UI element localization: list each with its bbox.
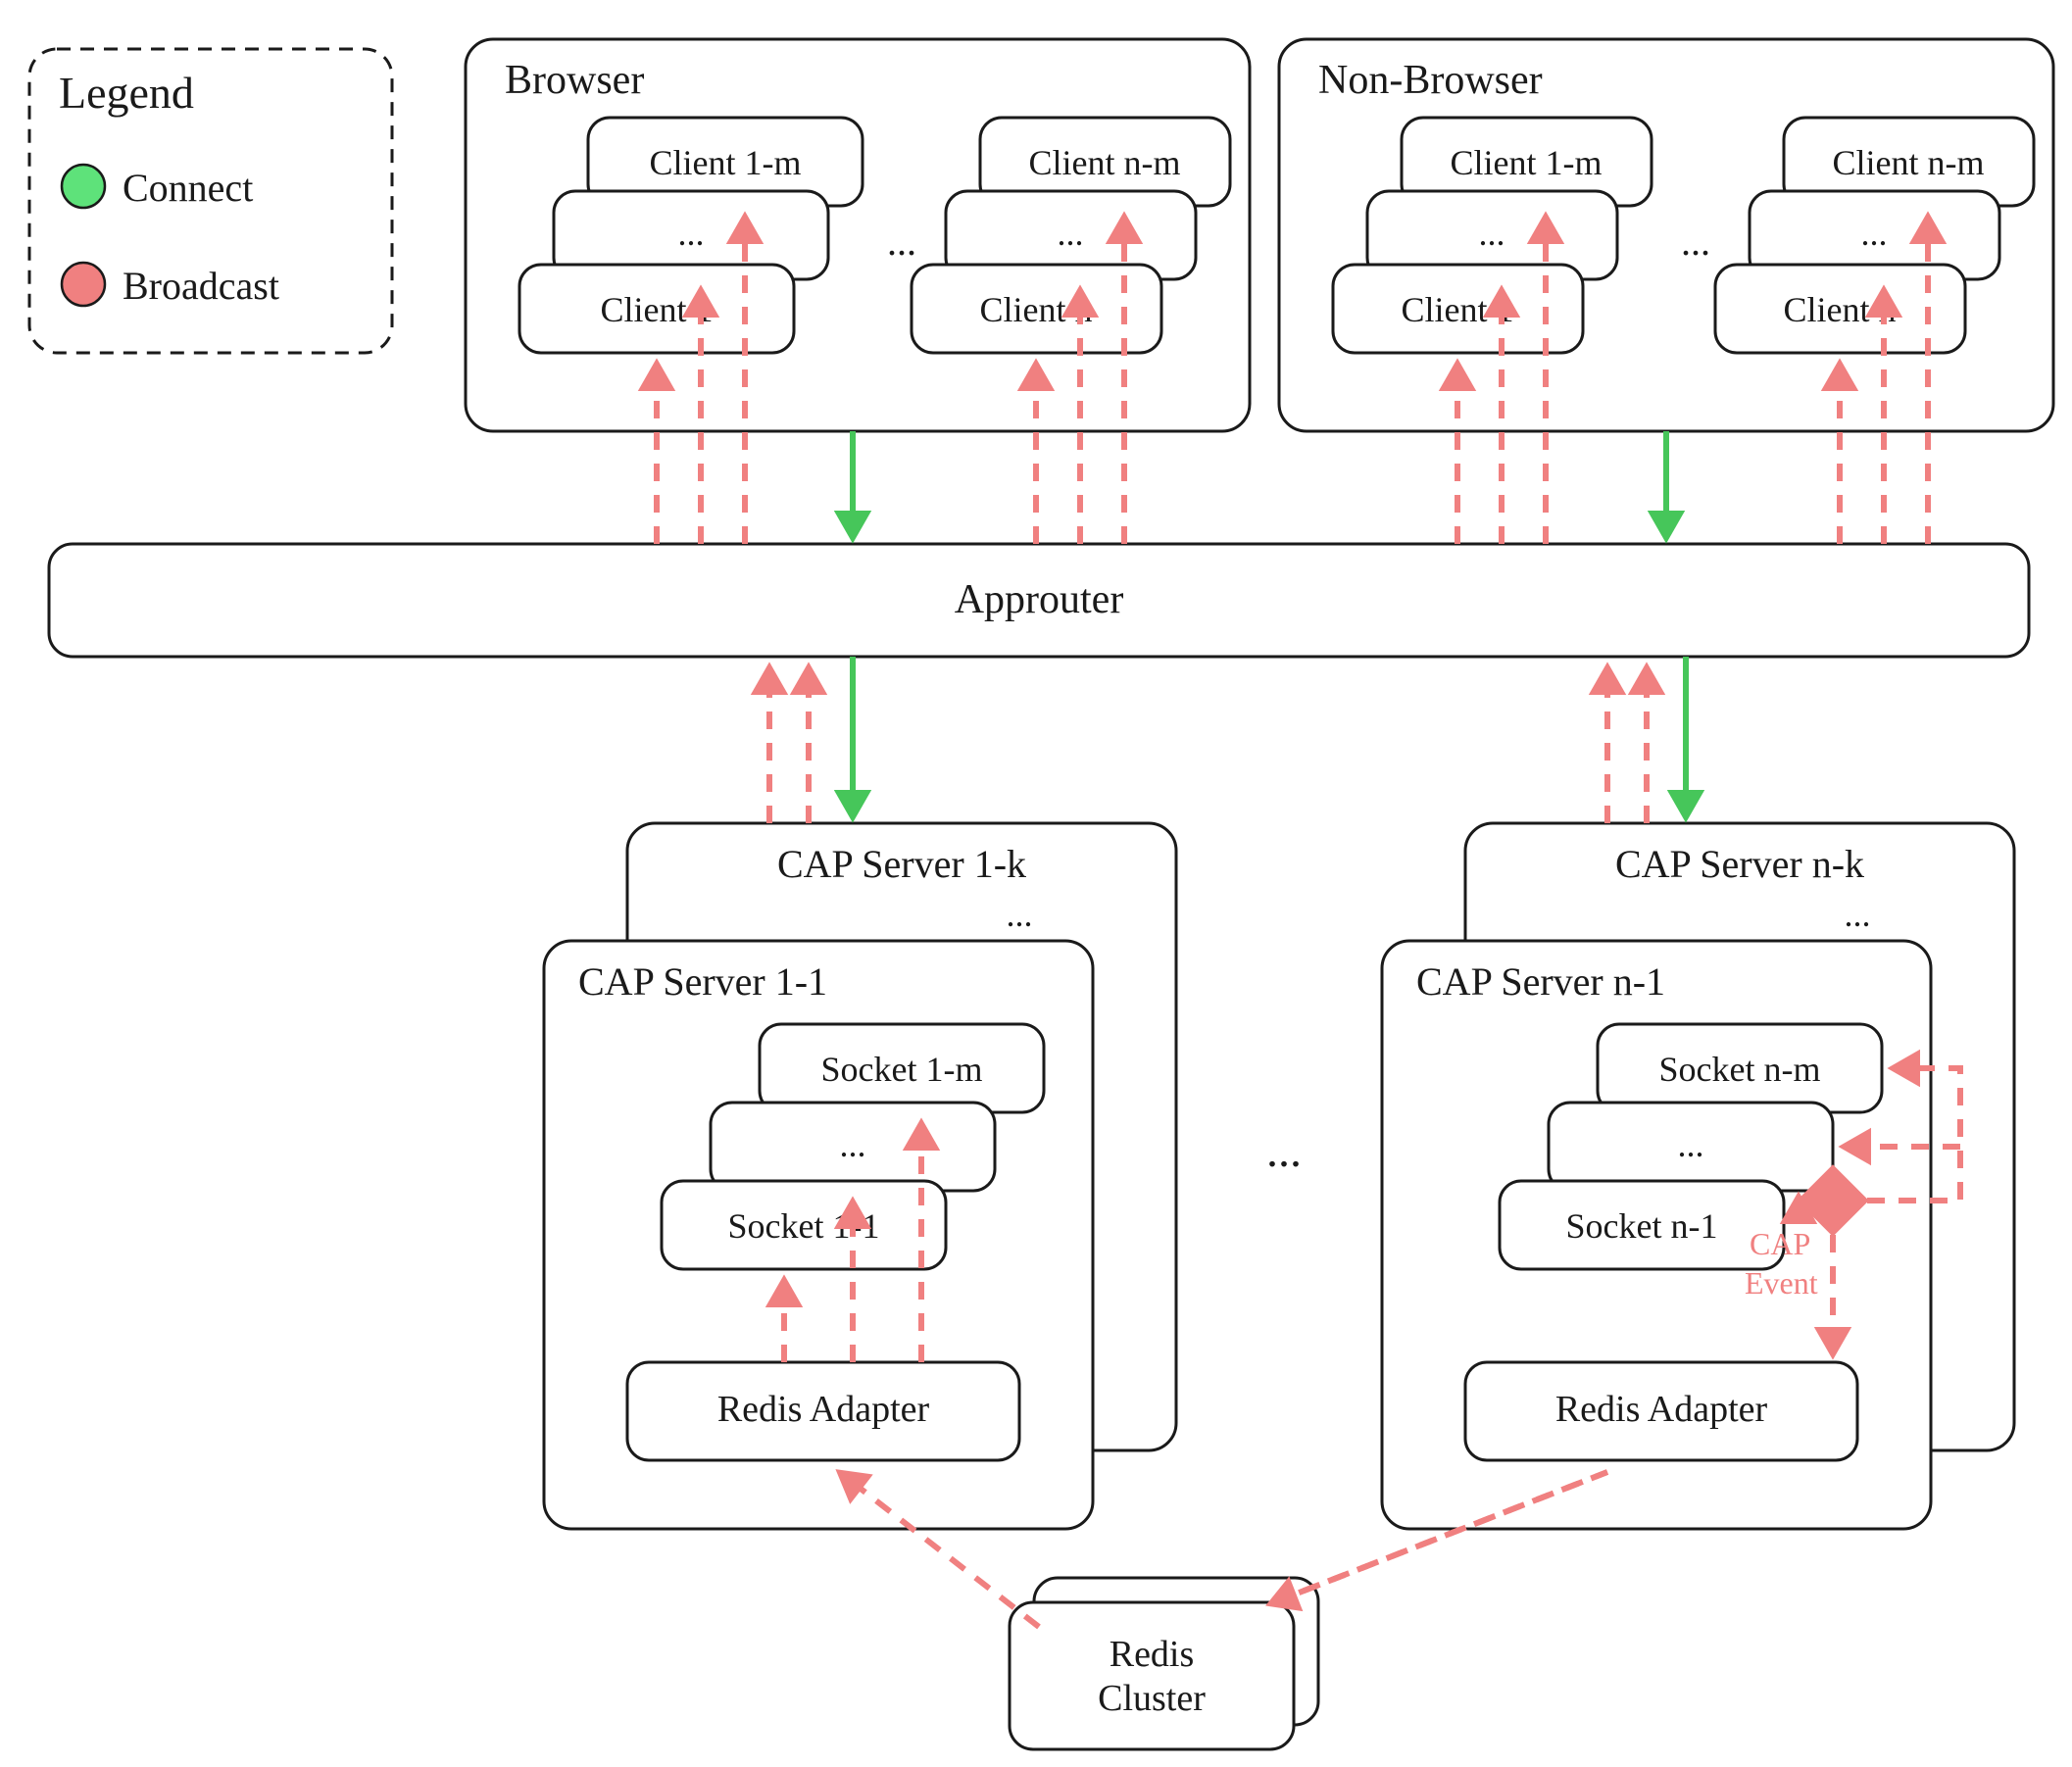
- browser-client-nm: Client n-m: [1029, 143, 1181, 182]
- cap-server-left: CAP Server 1-k ... CAP Server 1-1 Socket…: [544, 823, 1176, 1529]
- approuter-label: Approuter: [955, 577, 1124, 622]
- legend-connect-label: Connect: [123, 166, 253, 210]
- browser-title: Browser: [505, 58, 644, 103]
- legend-box: Legend Connect Broadcast: [29, 49, 392, 353]
- broadcast-icon: [62, 263, 105, 306]
- cap-server-right: CAP Server n-k ... CAP Server n-1 Socket…: [1382, 823, 2014, 1529]
- socket-nm: Socket n-m: [1659, 1050, 1821, 1089]
- connect-icon: [62, 165, 105, 208]
- redis-label1: Redis: [1110, 1634, 1195, 1675]
- cap-n1-title: CAP Server n-1: [1416, 959, 1665, 1004]
- nonbrowser-title: Non-Browser: [1318, 58, 1543, 103]
- browser-client-1m: Client 1-m: [650, 143, 802, 182]
- nb-client-n: Client n: [1784, 290, 1897, 329]
- center-ellipsis: ...: [1266, 1125, 1302, 1177]
- browser-ellipsis: ...: [887, 220, 916, 264]
- browser-client-nmid: ...: [1058, 214, 1084, 253]
- cap-event-label2: Event: [1745, 1265, 1818, 1301]
- cap-11-title: CAP Server 1-1: [578, 959, 827, 1004]
- nonbrowser-group: Non-Browser Client 1-m ... Client 1 ... …: [1279, 39, 2053, 431]
- socket-11: Socket 1-1: [728, 1206, 880, 1246]
- nb-client-nm: Client n-m: [1833, 143, 1985, 182]
- cap-nk-ell: ...: [1845, 895, 1871, 934]
- redis-label2: Cluster: [1098, 1678, 1206, 1719]
- socket-n1: Socket n-1: [1566, 1206, 1718, 1246]
- nb-ellipsis: ...: [1681, 220, 1710, 264]
- approuter: Approuter: [49, 544, 2029, 657]
- cap-event-label1: CAP: [1750, 1226, 1810, 1261]
- browser-group: Browser Client 1-m ... Client 1 ... Clie…: [466, 39, 1250, 431]
- nb-client-mid: ...: [1479, 214, 1505, 253]
- nb-client-1m: Client 1-m: [1451, 143, 1603, 182]
- cap-1k-ell: ...: [1007, 895, 1033, 934]
- redis-adapter-right: Redis Adapter: [1555, 1389, 1768, 1430]
- browser-client-mid: ...: [678, 214, 705, 253]
- browser-client-1: Client 1: [601, 290, 714, 329]
- socket-mid: ...: [840, 1125, 866, 1164]
- legend-title: Legend: [59, 68, 194, 118]
- socket-nmid: ...: [1678, 1125, 1704, 1164]
- browser-client-n: Client n: [980, 290, 1093, 329]
- legend-broadcast-label: Broadcast: [123, 264, 279, 308]
- nb-client-nmid: ...: [1861, 214, 1888, 253]
- cap-1k-title: CAP Server 1-k: [777, 842, 1026, 886]
- socket-1m: Socket 1-m: [821, 1050, 983, 1089]
- nb-client-1: Client 1: [1402, 290, 1514, 329]
- cap-nk-title: CAP Server n-k: [1615, 842, 1864, 886]
- redis-adapter-left: Redis Adapter: [717, 1389, 930, 1430]
- redis-cluster: Redis Cluster: [1010, 1578, 1318, 1749]
